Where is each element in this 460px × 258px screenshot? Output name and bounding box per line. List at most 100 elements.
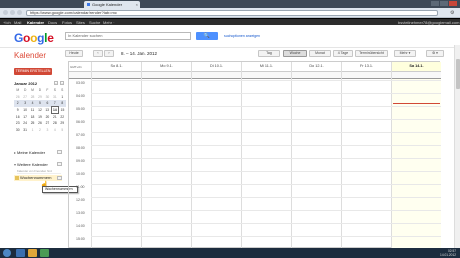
my-calendars-header[interactable]: ▸Meine Kalender [14,150,45,155]
mini-day[interactable]: 9 [14,107,21,114]
add-friend-calendar-input[interactable]: Kalender von Freunden hinz [17,169,61,174]
gbar-item[interactable]: Docs [48,20,57,25]
start-button-icon[interactable] [3,249,11,257]
mini-day[interactable]: 5 [59,127,66,134]
mini-prev-icon[interactable]: ‹ [54,81,58,85]
view-4days-button[interactable]: 4 Tage [333,50,353,57]
mini-day[interactable]: 23 [14,120,21,127]
browser-tab[interactable]: Google Kalender × [84,1,140,8]
mini-day[interactable]: 31 [51,94,58,101]
gbar-item[interactable]: Mehr · [103,20,115,25]
gbar-item[interactable]: Suche [89,20,100,25]
calendar-item-menu-button[interactable] [57,176,62,180]
close-window-button[interactable] [449,1,457,6]
view-week-button[interactable]: Woche [283,50,307,57]
search-input[interactable]: In Kalender suchen [65,32,191,40]
prev-week-button[interactable]: ‹ [93,50,103,57]
mini-day[interactable]: 26 [36,120,43,127]
mini-day[interactable]: 21 [51,113,58,120]
tab-close-icon[interactable]: × [136,2,138,7]
google-logo[interactable]: Google [14,31,54,45]
gbar-item-active[interactable]: Kalender [27,20,44,25]
wrench-icon[interactable]: ⚙ [450,10,456,16]
mini-day[interactable]: 7 [51,100,59,107]
day-header[interactable]: So 8.1. [91,62,141,71]
mini-day[interactable]: 25 [29,120,36,127]
mini-day[interactable]: 28 [29,94,36,101]
mini-day[interactable]: 3 [44,127,51,134]
gbar-item[interactable]: Mail [14,20,21,25]
day-header[interactable]: Fr 13.1. [341,62,391,71]
mini-day[interactable]: 27 [21,94,28,101]
day-header-today[interactable]: Sa 14.1. [391,62,441,71]
mini-day[interactable]: 17 [21,113,28,120]
gbar-item[interactable]: +Ich [3,20,11,25]
search-options-link[interactable]: suchoptionen anzeigen [224,34,260,38]
mini-day[interactable]: 31 [21,127,28,134]
view-day-button[interactable]: Tag [258,50,280,57]
mini-day[interactable]: 5 [36,100,44,107]
mini-day[interactable]: 1 [29,127,36,134]
minimize-button[interactable] [431,1,439,6]
day-header[interactable]: Do 12.1. [291,62,341,71]
folder-icon[interactable] [28,249,37,257]
mini-day[interactable]: 13 [44,107,51,114]
mini-day[interactable]: 3 [21,100,29,107]
reload-icon[interactable] [17,10,22,15]
day-header[interactable]: Mo 9.1. [141,62,191,71]
maximize-button[interactable] [440,1,448,6]
mini-day[interactable]: 24 [21,120,28,127]
chrome-icon[interactable] [40,249,49,257]
address-bar[interactable]: https://www.google.com/calendar/render?t… [26,10,438,16]
mini-day[interactable]: 12 [36,107,43,114]
mini-day[interactable]: 2 [14,100,22,107]
mini-day[interactable]: 11 [29,107,36,114]
mini-day[interactable]: 27 [44,120,51,127]
calendar-item-week-numbers[interactable]: Wochennummern [14,175,62,181]
mini-day-today[interactable]: 14 [50,106,60,114]
system-clock[interactable]: 02:57 14.01.2012 [440,249,456,257]
account-email[interactable]: bsvteilnehmer78@googlemail.com [398,20,459,25]
scrollbar-thumb[interactable] [456,59,460,89]
mini-day[interactable]: 30 [14,127,21,134]
mini-day[interactable]: 4 [51,127,58,134]
mini-day[interactable]: 10 [21,107,28,114]
search-button[interactable]: 🔍 [196,32,218,40]
mini-day[interactable]: 29 [59,120,66,127]
my-calendars-menu-button[interactable] [57,150,62,154]
mini-day[interactable]: 28 [51,120,58,127]
gbar-item[interactable]: Sites [76,20,85,25]
mini-day[interactable]: 8 [58,100,66,107]
mini-next-icon[interactable]: › [60,81,64,85]
mini-day[interactable]: 6 [43,100,52,107]
mini-day[interactable]: 20 [44,113,51,120]
view-agenda-button[interactable]: Terminübersicht [355,50,388,57]
day-header[interactable]: Di 10.1. [191,62,241,71]
explorer-icon[interactable] [16,249,25,257]
mini-day[interactable]: 22 [59,113,66,120]
mini-day[interactable]: 30 [44,94,51,101]
all-day-row[interactable] [69,71,441,79]
mini-day[interactable]: 19 [36,113,43,120]
mini-day[interactable]: 18 [29,113,36,120]
other-calendars-menu-button[interactable] [57,162,62,166]
day-header[interactable]: Mi 11.1. [241,62,291,71]
other-calendars-header[interactable]: ▾Weitere Kalender [14,162,48,167]
mini-day[interactable]: 15 [59,107,66,114]
mini-day[interactable]: 1 [59,94,66,101]
gbar-item[interactable]: Fotos [62,20,72,25]
forward-icon[interactable] [10,10,15,15]
mini-day[interactable]: 4 [28,100,37,107]
mini-day[interactable]: 2 [36,127,43,134]
week-grid[interactable]: GMT+01 So 8.1. Mo 9.1. Di 10.1. Mi 11.1.… [68,61,441,248]
more-button[interactable]: Mehr ▾ [394,50,416,57]
next-week-button[interactable]: › [104,50,114,57]
settings-button[interactable]: ⚙ ▾ [426,50,444,57]
create-event-button[interactable]: TERMIN ERSTELLEN [14,68,52,75]
mini-day[interactable]: 26 [14,94,21,101]
view-month-button[interactable]: Monat [309,50,331,57]
mini-day[interactable]: 16 [14,113,21,120]
vertical-scrollbar[interactable] [454,45,460,248]
back-icon[interactable] [3,10,8,15]
mini-day[interactable]: 29 [36,94,43,101]
